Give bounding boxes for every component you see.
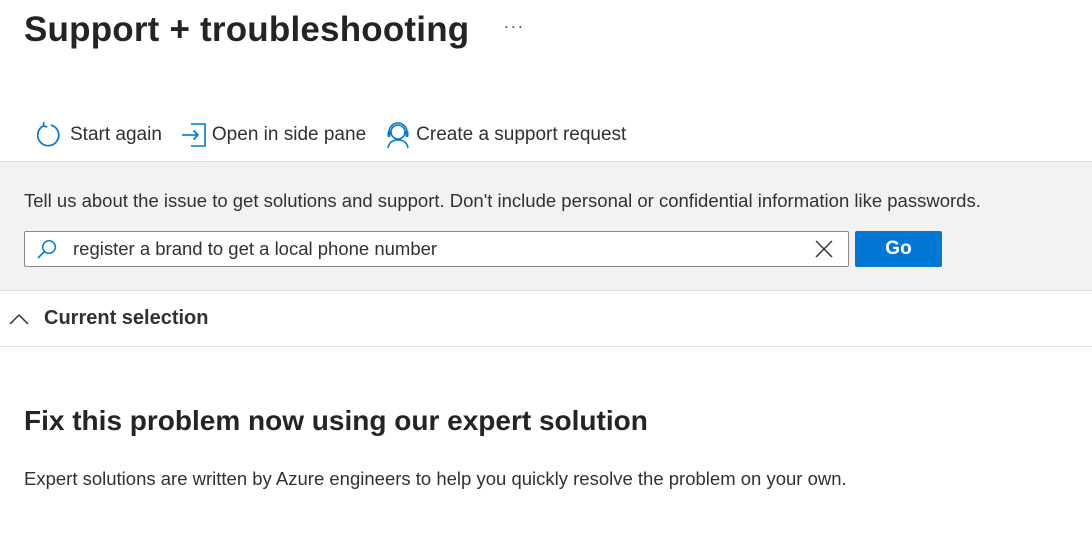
create-support-request-button[interactable]: Create a support request [384,121,626,149]
create-support-request-label: Create a support request [416,124,627,145]
expert-solution-description: Expert solutions are written by Azure en… [24,468,847,489]
open-in-side-pane-label: Open in side pane [211,124,367,145]
issue-prompt: Tell us about the issue to get solutions… [24,190,981,211]
open-in-side-pane-button[interactable]: Open in side pane [180,121,366,149]
toolbar: Start again Open in side pane Create a s… [34,119,644,151]
page-title: Support + troubleshooting [24,10,470,49]
issue-search-box [24,231,849,267]
issue-panel: Tell us about the issue to get solutions… [0,161,1092,291]
support-troubleshooting-page: Support + troubleshooting ··· Start agai… [0,0,1092,555]
search-icon [25,232,69,266]
clear-search-button[interactable] [800,232,848,266]
page-header: Support + troubleshooting ··· [24,10,524,50]
chevron-up-icon [8,308,30,330]
support-agent-icon [384,121,412,149]
start-again-button[interactable]: Start again [34,121,162,149]
current-selection-toggle[interactable]: Current selection [0,291,1092,347]
current-selection-label: Current selection [44,307,209,329]
more-options-button[interactable]: ··· [503,17,524,35]
expert-solution-title: Fix this problem now using our expert so… [24,405,648,436]
issue-search-input[interactable] [69,232,800,266]
start-again-label: Start again [70,124,162,145]
refresh-icon [34,121,62,149]
close-icon [815,240,833,258]
go-button[interactable]: Go [855,231,942,267]
open-side-pane-icon [180,121,208,149]
